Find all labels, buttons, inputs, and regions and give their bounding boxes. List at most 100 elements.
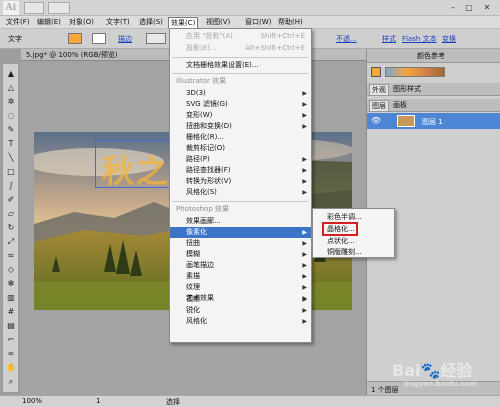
- menu-file[interactable]: 文件(F): [4, 17, 32, 28]
- menu-separator: [172, 201, 309, 202]
- menu-warp[interactable]: 变形(W) ▶: [170, 110, 311, 121]
- minimize-icon[interactable]: –: [446, 2, 460, 13]
- menu-convert-to-shape[interactable]: 转换为形状(V) ▶: [170, 176, 311, 187]
- menu-distort-transform[interactable]: 扭曲和变换(D) ▶: [170, 121, 311, 132]
- toolbox: ▲ △ ✲ ◌ ✎ T ╲ □ ∫ ✐ ▱ ↻ ⤢ ≈ ◇ ✻ ▥ # ▤ ⌐ …: [2, 63, 19, 393]
- opacity-link[interactable]: 不透...: [336, 34, 357, 44]
- color-guide-tab[interactable]: 颜色参考: [415, 51, 447, 62]
- zoom-tool-icon[interactable]: ⌕: [5, 376, 17, 388]
- free-transform-icon[interactable]: ◇: [5, 264, 17, 276]
- menu-rasterize[interactable]: 栅格化(R)...: [170, 132, 311, 143]
- hand-tool-icon[interactable]: ✋: [5, 362, 17, 374]
- layer-count: 1 个图层: [371, 386, 399, 394]
- stroke-weight-field[interactable]: [146, 33, 166, 44]
- status-bar: 100% 1 选择: [0, 395, 500, 407]
- illustrator-effects-header: Illustrator 效果: [176, 77, 227, 85]
- graphic-styles-tab[interactable]: 图形样式: [391, 84, 423, 95]
- eye-icon[interactable]: 👁: [371, 116, 381, 125]
- menu-sharpen[interactable]: 锐化 ▶: [170, 305, 311, 316]
- control-label: 文字: [8, 35, 22, 43]
- menu-pixelate[interactable]: 像素化 ▶: [170, 227, 311, 238]
- bridge-button[interactable]: [24, 2, 44, 14]
- scale-icon[interactable]: ⤢: [5, 236, 17, 248]
- menu-type[interactable]: 文字(T): [104, 17, 132, 28]
- menu-help[interactable]: 帮助(H): [276, 17, 305, 28]
- menu-brush-strokes[interactable]: 画笔描边 ▶: [170, 260, 311, 271]
- crystallize-highlight-box: [322, 222, 358, 236]
- menu-window[interactable]: 窗口(W): [243, 17, 273, 28]
- magic-wand-icon[interactable]: ✲: [5, 96, 17, 108]
- menu-path[interactable]: 路径(P) ▶: [170, 154, 311, 165]
- menu-stylize-ai[interactable]: 风格化(S) ▶: [170, 187, 311, 198]
- warp-icon[interactable]: ≈: [5, 250, 17, 262]
- rectangle-tool-icon[interactable]: □: [5, 166, 17, 178]
- photoshop-effects-header: Photoshop 效果: [176, 205, 230, 213]
- gradient-tool-icon[interactable]: ▤: [5, 320, 17, 332]
- illustrator-logo: Ai: [3, 1, 19, 15]
- menu-edit[interactable]: 编辑(E): [35, 17, 63, 28]
- menu-distort[interactable]: 扭曲 ▶: [170, 238, 311, 249]
- direct-selection-icon[interactable]: △: [5, 82, 17, 94]
- stroke-swatch[interactable]: [92, 33, 106, 44]
- menu-pathfinder[interactable]: 路径查找器(F) ▶: [170, 165, 311, 176]
- paintbrush-icon[interactable]: ∫: [5, 180, 17, 192]
- transform-link[interactable]: 变换: [442, 34, 456, 44]
- layers-panel-header: 图层 画板: [367, 99, 500, 112]
- graph-tool-icon[interactable]: ▥: [5, 292, 17, 304]
- layer-row[interactable]: 👁 图层 1: [367, 113, 500, 129]
- zoom-level[interactable]: 100%: [22, 397, 42, 405]
- menu-mezzotint[interactable]: 铜版雕刻...: [313, 247, 394, 258]
- arrange-documents-button[interactable]: [48, 2, 70, 14]
- layers-tab[interactable]: 图层: [369, 100, 389, 111]
- menu-document-raster-settings[interactable]: 文档栅格效果设置(E)...: [170, 60, 311, 71]
- watermark-logo: Bai🐾经验: [392, 361, 473, 380]
- watermark-url: jingyan.baidu.com: [404, 380, 477, 388]
- selection-tool-icon[interactable]: ▲: [5, 68, 17, 80]
- stroke-link[interactable]: 描边: [118, 34, 132, 44]
- eraser-icon[interactable]: ▱: [5, 208, 17, 220]
- close-icon[interactable]: ✕: [480, 2, 494, 13]
- rotate-icon[interactable]: ↻: [5, 222, 17, 234]
- menu-stylize-ps[interactable]: 风格化 ▶: [170, 316, 311, 327]
- title-bar: Ai – □ ✕: [0, 0, 500, 16]
- swatches-panel-header: 颜色参考: [367, 49, 500, 63]
- flash-text-link[interactable]: Flash 文本: [402, 34, 437, 44]
- maximize-icon[interactable]: □: [462, 2, 476, 13]
- pen-icon[interactable]: ✎: [5, 124, 17, 136]
- appearance-panel-header: 外观 图形样式: [367, 83, 500, 96]
- menu-sketch[interactable]: 素描 ▶: [170, 271, 311, 282]
- symbol-sprayer-icon[interactable]: ✻: [5, 278, 17, 290]
- eyedropper-icon[interactable]: ⌐: [5, 334, 17, 346]
- layer-name[interactable]: 图层 1: [422, 117, 443, 127]
- line-tool-icon[interactable]: ╲: [5, 152, 17, 164]
- appearance-tab[interactable]: 外观: [369, 84, 389, 95]
- menu-texture[interactable]: 纹理 ▶: [170, 282, 311, 293]
- menu-3d[interactable]: 3D(3) ▶: [170, 88, 311, 99]
- menu-apply-drop-shadow[interactable]: 应用 "投影"(A) Shift+Ctrl+E: [170, 31, 311, 42]
- menu-effect-gallery[interactable]: 效果画廊...: [170, 216, 311, 227]
- menu-video[interactable]: 视频 ▶: [170, 294, 311, 305]
- pencil-icon[interactable]: ✐: [5, 194, 17, 206]
- style-link[interactable]: 样式: [382, 34, 396, 44]
- menu-svg-filters[interactable]: SVG 滤镜(G) ▶: [170, 99, 311, 110]
- menu-drop-shadow[interactable]: 投影(E)... Alt+Shift+Ctrl+E: [170, 43, 311, 54]
- menu-object[interactable]: 对象(O): [67, 17, 96, 28]
- status-mode[interactable]: 选择: [166, 397, 180, 407]
- menu-view[interactable]: 视图(V): [204, 17, 232, 28]
- artboard-number[interactable]: 1: [96, 397, 100, 405]
- menu-crop-marks[interactable]: 裁剪标记(O): [170, 143, 311, 154]
- type-tool-icon[interactable]: T: [5, 138, 17, 150]
- menu-select[interactable]: 选择(S): [137, 17, 165, 28]
- fill-swatch[interactable]: [68, 33, 82, 44]
- layer-thumbnail: [397, 115, 415, 127]
- mesh-tool-icon[interactable]: #: [5, 306, 17, 318]
- effect-menu: 应用 "投影"(A) Shift+Ctrl+E 投影(E)... Alt+Shift…: [169, 28, 312, 308]
- blend-tool-icon[interactable]: ∞: [5, 348, 17, 360]
- menu-pointillize[interactable]: 点状化...: [313, 236, 394, 247]
- menu-effect[interactable]: 效果(C): [168, 17, 199, 28]
- menu-separator: [172, 57, 309, 58]
- lasso-icon[interactable]: ◌: [5, 110, 17, 122]
- menu-blur[interactable]: 模糊 ▶: [170, 249, 311, 260]
- menu-separator: [172, 73, 309, 74]
- artboards-tab[interactable]: 画板: [391, 100, 409, 111]
